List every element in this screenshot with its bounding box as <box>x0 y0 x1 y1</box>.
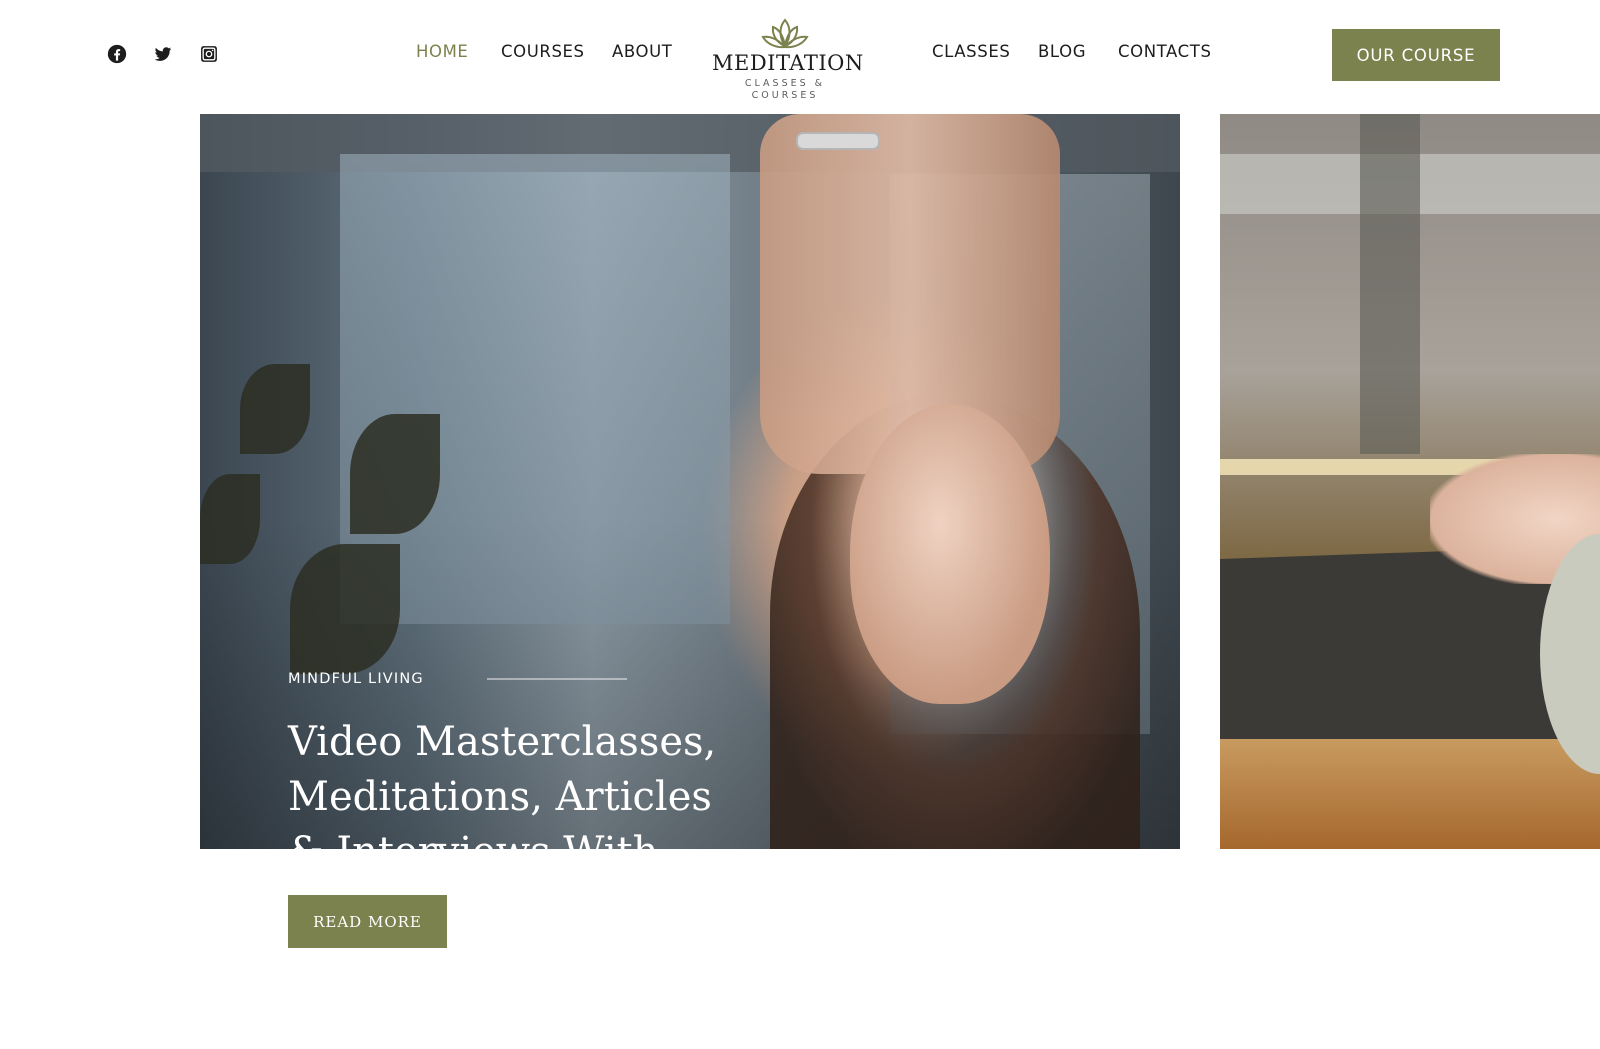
our-course-button[interactable]: Our course <box>1332 29 1500 81</box>
hero-caption: Mindful Living Video Masterclasses, Medi… <box>288 668 748 849</box>
leaf-shape <box>350 414 440 534</box>
leaf-shape <box>200 474 260 564</box>
nav-contacts[interactable]: Contacts <box>1118 42 1212 61</box>
social-links <box>107 44 219 64</box>
cork-floor <box>1220 739 1600 849</box>
read-more-button[interactable]: Read More <box>288 895 447 948</box>
leaf-shape <box>290 544 400 674</box>
nav-about[interactable]: About <box>612 42 672 61</box>
facebook-icon[interactable] <box>107 44 127 64</box>
site-header: Home Courses About MEDITATION CLASSES & … <box>0 0 1600 112</box>
twitter-icon[interactable] <box>153 44 173 64</box>
logo-title: MEDITATION <box>712 51 864 75</box>
site-logo[interactable]: MEDITATION CLASSES & COURSES <box>712 18 864 101</box>
nav-courses[interactable]: Courses <box>501 42 585 61</box>
face-shape <box>850 404 1050 704</box>
nav-blog[interactable]: Blog <box>1038 42 1086 61</box>
next-slide-image[interactable] <box>1220 114 1600 849</box>
pillar-shape <box>1360 114 1420 454</box>
logo-subtitle: CLASSES & COURSES <box>744 78 826 101</box>
bracelet-shape <box>796 132 880 150</box>
lotus-icon <box>761 18 809 49</box>
leaf-shape <box>240 364 310 454</box>
category-label[interactable]: Mindful Living <box>288 671 424 687</box>
instagram-icon[interactable] <box>199 44 219 64</box>
nav-home[interactable]: Home <box>416 42 468 61</box>
hero-title[interactable]: Video Masterclasses, Meditations, Articl… <box>288 715 748 849</box>
category-divider <box>487 678 627 680</box>
nav-classes[interactable]: Classes <box>932 42 1010 61</box>
